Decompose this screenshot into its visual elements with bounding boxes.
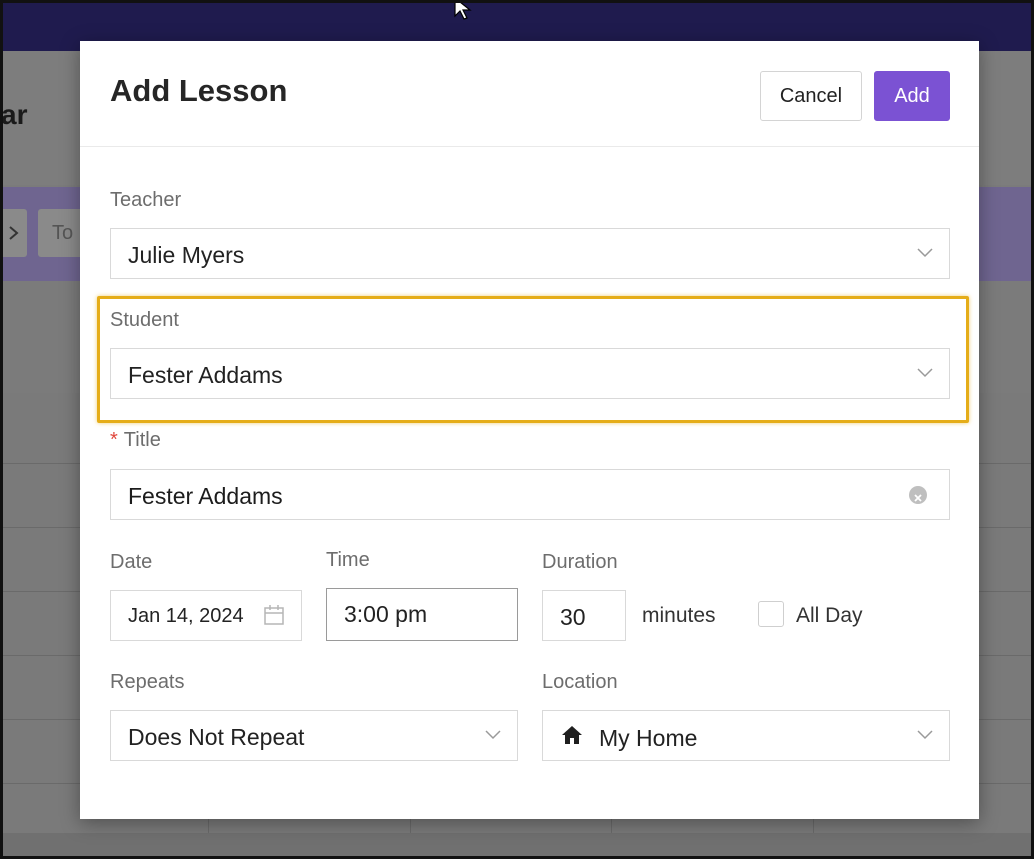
cancel-button[interactable]: Cancel xyxy=(760,71,862,121)
add-button[interactable]: Add xyxy=(874,71,950,121)
duration-input[interactable]: 30 xyxy=(542,590,626,641)
date-label: Date xyxy=(110,551,153,573)
title-value: Fester Addams xyxy=(128,483,283,509)
student-field-highlight xyxy=(97,296,969,423)
duration-label: Duration xyxy=(542,551,618,573)
screen: ar To Add Lesson Cancel Add Teacher Juli xyxy=(0,0,1034,859)
required-mark: * xyxy=(110,429,118,451)
mouse-cursor-icon xyxy=(454,3,472,20)
date-value: Jan 14, 2024 xyxy=(128,605,244,627)
app-next-button[interactable] xyxy=(3,209,27,257)
date-input[interactable]: Jan 14, 2024 xyxy=(110,590,302,641)
home-icon xyxy=(562,726,582,744)
app-footer xyxy=(3,833,1031,856)
time-label: Time xyxy=(326,549,370,571)
repeats-select[interactable]: Does Not Repeat xyxy=(110,710,518,761)
dialog-title: Add Lesson xyxy=(110,73,288,108)
repeats-value: Does Not Repeat xyxy=(128,724,305,750)
repeats-label: Repeats xyxy=(110,671,185,693)
title-label: * Title xyxy=(110,429,161,452)
all-day-label: All Day xyxy=(796,604,863,627)
location-value: My Home xyxy=(599,725,698,751)
time-value: 3:00 pm xyxy=(344,601,428,627)
add-lesson-dialog: Add Lesson Cancel Add Teacher Julie Myer… xyxy=(80,41,979,819)
teacher-select[interactable]: Julie Myers xyxy=(110,228,950,279)
title-label-text: Title xyxy=(123,429,161,451)
chevron-down-icon xyxy=(485,730,501,740)
duration-unit: minutes xyxy=(642,604,716,627)
app-page-title: ar xyxy=(1,99,28,130)
teacher-value: Julie Myers xyxy=(128,242,245,268)
dialog-header: Add Lesson Cancel Add xyxy=(80,41,979,147)
clear-icon[interactable] xyxy=(909,486,927,504)
time-input[interactable]: 3:00 pm xyxy=(326,588,518,641)
teacher-label: Teacher xyxy=(110,189,182,211)
duration-value: 30 xyxy=(560,604,586,630)
title-input[interactable]: Fester Addams xyxy=(110,469,950,520)
chevron-down-icon xyxy=(917,248,933,258)
location-label: Location xyxy=(542,671,618,693)
chevron-down-icon xyxy=(917,730,933,740)
location-select[interactable]: My Home xyxy=(542,710,950,761)
chevron-right-icon xyxy=(9,226,19,240)
calendar-icon xyxy=(264,605,284,625)
all-day-checkbox[interactable] xyxy=(758,601,784,627)
